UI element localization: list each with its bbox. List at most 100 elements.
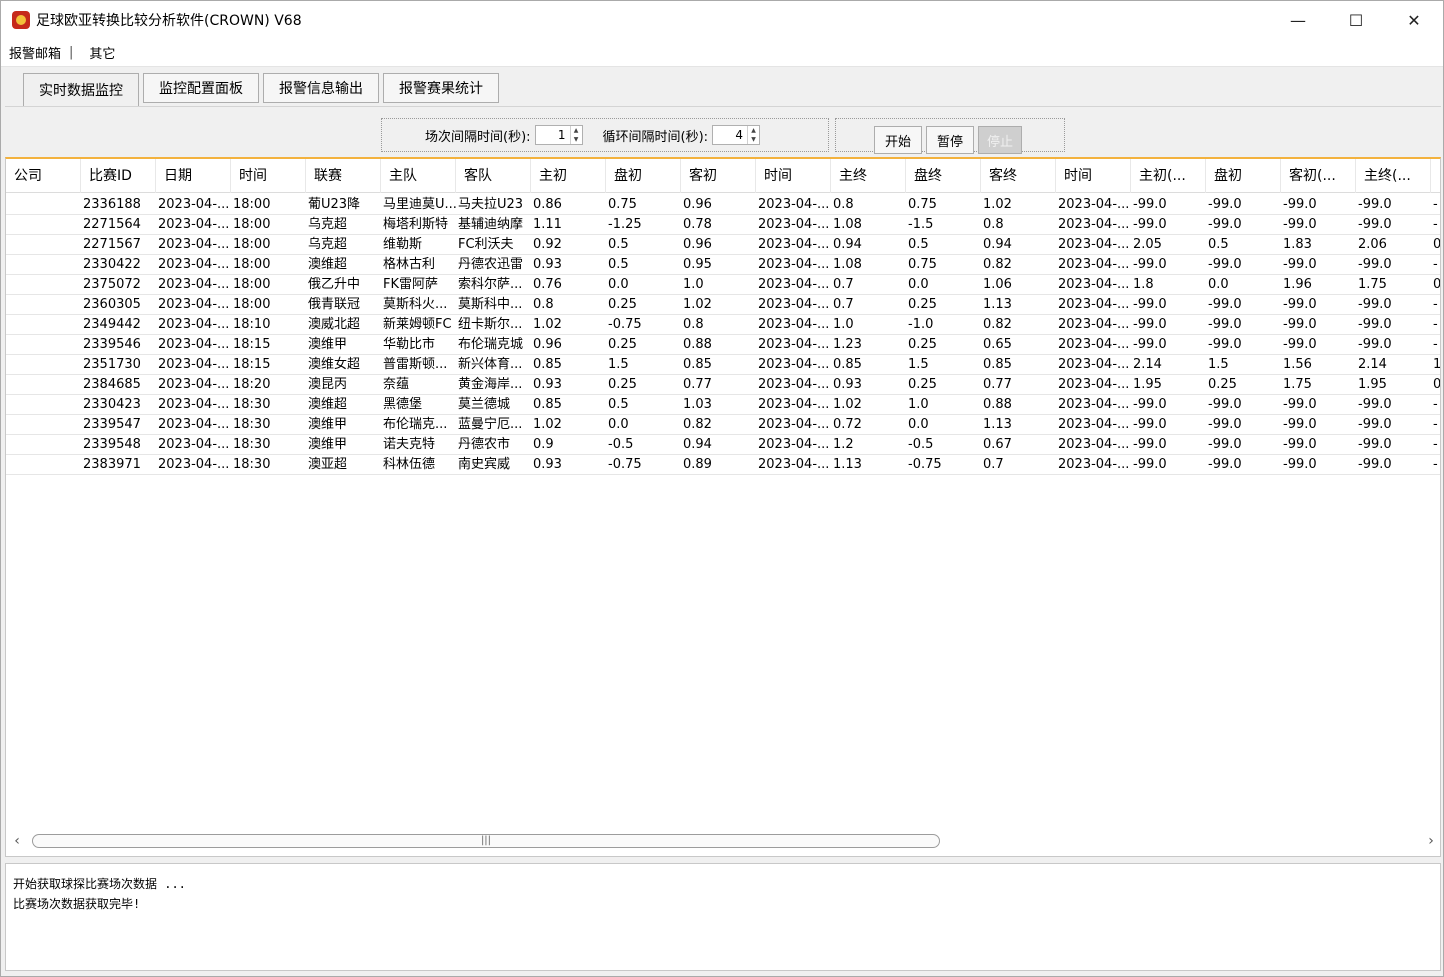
scroll-right-icon[interactable]: ›: [1420, 833, 1440, 849]
table-row[interactable]: 2349442 2023-04-... 18:10 澳威北超 新莱姆顿FC 纽卡斯尔...…: [6, 315, 1440, 335]
table-cell: 格林古利: [383, 257, 436, 272]
table-cell: 2023-04-...: [758, 317, 830, 332]
scroll-left-icon[interactable]: ‹: [6, 833, 28, 849]
match-interval-value[interactable]: 1: [536, 128, 570, 142]
table-row[interactable]: 2330422 2023-04-... 18:00 澳维超 格林古利 丹德农迅雷 0.93 0…: [6, 255, 1440, 275]
column-header[interactable]: 时间: [231, 159, 306, 193]
horizontal-scrollbar[interactable]: ‹ ||| ›: [6, 831, 1440, 851]
table-cell: 1.8: [1133, 277, 1154, 292]
table-cell: FC利沃夫: [458, 237, 514, 252]
column-header[interactable]: 公司: [6, 159, 81, 193]
spinner-arrows-icon[interactable]: ▲ ▼: [569, 126, 582, 144]
table-cell: 1.5: [1208, 357, 1229, 372]
table-cell: 2023-04-...: [1058, 357, 1130, 372]
table-cell: 1.08: [833, 217, 862, 232]
table-row[interactable]: 2339547 2023-04-... 18:30 澳维甲 布伦瑞克... 蓝曼宁厄...…: [6, 415, 1440, 435]
menu-alarm-mailbox[interactable]: 报警邮箱: [1, 43, 69, 62]
table-row[interactable]: 2330423 2023-04-... 18:30 澳维超 黑德堡 莫兰德城 0.85 0.5…: [6, 395, 1440, 415]
column-header[interactable]: 比赛ID: [81, 159, 156, 193]
table-cell: 1.02: [983, 197, 1012, 212]
column-header[interactable]: 主终: [831, 159, 906, 193]
table-cell: 0: [1433, 377, 1441, 392]
table-row[interactable]: 2384685 2023-04-... 18:20 澳昆丙 奈蕴 黄金海岸... 0.93 0…: [6, 375, 1441, 395]
table-row[interactable]: 2271564 2023-04-... 18:00 乌克超 梅塔利斯特 基辅迪纳摩 1.11…: [6, 215, 1440, 235]
maximize-button[interactable]: ☐: [1327, 1, 1385, 39]
column-header[interactable]: 时间: [1056, 159, 1131, 193]
column-header[interactable]: 主终(...: [1356, 159, 1431, 193]
tab-realtime-monitor[interactable]: 实时数据监控: [23, 73, 139, 107]
table-cell: 0.7: [833, 297, 854, 312]
column-header[interactable]: ...: [1431, 159, 1440, 193]
tab-alarm-results[interactable]: 报警赛果统计: [383, 73, 499, 103]
table-row[interactable]: 2351730 2023-04-... 18:15 澳维女超 普雷斯顿... 新兴体育..…: [6, 355, 1441, 375]
column-header[interactable]: 主初(...: [1131, 159, 1206, 193]
loop-interval-spinner[interactable]: 4 ▲ ▼: [712, 125, 761, 145]
table-cell: 2351730: [83, 357, 141, 372]
table-cell: -: [1433, 397, 1438, 412]
match-interval-spinner[interactable]: 1 ▲ ▼: [534, 125, 583, 145]
column-header[interactable]: 联赛: [306, 159, 381, 193]
table-cell: 0.25: [608, 377, 637, 392]
column-header[interactable]: 客初(...: [1281, 159, 1356, 193]
table-cell: [6, 395, 81, 415]
table-cell: 1: [1433, 357, 1441, 372]
table-row[interactable]: 2339548 2023-04-... 18:30 澳维甲 诺夫克特 丹德农市 0.9 -0.…: [6, 435, 1440, 455]
column-header[interactable]: 盘初: [1206, 159, 1281, 193]
start-button[interactable]: 开始: [874, 126, 922, 154]
table-row[interactable]: 2360305 2023-04-... 18:00 俄青联冠 莫斯科火... 莫斯科中..…: [6, 295, 1440, 315]
table-cell: 0.85: [983, 357, 1012, 372]
table-cell: -: [1433, 457, 1438, 472]
table-cell: [6, 455, 81, 475]
table-cell: 1.96: [1283, 277, 1312, 292]
minimize-button[interactable]: —: [1269, 1, 1327, 39]
table-cell: 0: [1433, 237, 1441, 252]
tab-monitor-config[interactable]: 监控配置面板: [143, 73, 259, 103]
column-header[interactable]: 主队: [381, 159, 456, 193]
column-header[interactable]: 盘初: [606, 159, 681, 193]
column-header[interactable]: 客终: [981, 159, 1056, 193]
close-button[interactable]: ✕: [1385, 1, 1443, 39]
table-row[interactable]: 2336188 2023-04-... 18:00 葡U23降 马里迪莫U... 马夫拉U…: [6, 195, 1440, 215]
table-cell: 澳维甲: [308, 417, 348, 432]
table-cell: 0.25: [608, 337, 637, 352]
table-row[interactable]: 2375072 2023-04-... 18:00 俄乙升中 FK雷阿萨 索科尔萨... 0…: [6, 275, 1440, 295]
menu-other[interactable]: 其它: [81, 43, 123, 62]
table-cell: 0.7: [983, 457, 1004, 472]
title-bar[interactable]: 足球欧亚转换比较分析软件(CROWN) V68 — ☐ ✕: [1, 1, 1443, 39]
table-cell: 0.78: [683, 217, 712, 232]
column-header[interactable]: 主初: [531, 159, 606, 193]
loop-interval-value[interactable]: 4: [713, 128, 747, 142]
table-row[interactable]: 2339546 2023-04-... 18:15 澳维甲 华勒比市 布伦瑞克城 0.96 0…: [6, 335, 1440, 355]
table-cell: 0.0: [908, 417, 929, 432]
table-cell: [6, 375, 81, 395]
scroll-track[interactable]: |||: [28, 834, 1420, 848]
table-cell: 0.85: [533, 397, 562, 412]
column-header[interactable]: 客初: [681, 159, 756, 193]
table-row[interactable]: 2271567 2023-04-... 18:00 乌克超 维勒斯 FC利沃夫 0.92 0.…: [6, 235, 1441, 255]
table-cell: 布伦瑞克城: [458, 337, 524, 352]
table-cell: 18:30: [233, 397, 271, 412]
column-header[interactable]: 客队: [456, 159, 531, 193]
scroll-thumb[interactable]: |||: [32, 834, 940, 848]
table-cell: 2023-04-...: [1058, 197, 1130, 212]
table-cell: 2339546: [83, 337, 141, 352]
log-output[interactable]: 开始获取球探比赛场次数据 ... 比赛场次数据获取完毕!: [5, 863, 1441, 971]
tab-alarm-output[interactable]: 报警信息输出: [263, 73, 379, 103]
table-cell: -99.0: [1208, 457, 1242, 472]
table-cell: 2023-04-...: [758, 217, 830, 232]
column-header[interactable]: 盘终: [906, 159, 981, 193]
column-header[interactable]: 日期: [156, 159, 231, 193]
table-cell: 1.23: [833, 337, 862, 352]
table-cell: 丹德农市: [458, 437, 511, 452]
table-cell: [6, 255, 81, 275]
table-row[interactable]: 2383971 2023-04-... 18:30 澳亚超 科林伍德 南史宾威 0.93 -0…: [6, 455, 1440, 475]
match-data-grid[interactable]: 公司 比赛ID 日期 时间 联赛 主队 客队 主初 盘初 客初 时间 主终 盘终 客终 时间 主初(... 盘初…: [5, 157, 1441, 857]
column-header[interactable]: 时间: [756, 159, 831, 193]
table-cell: 18:15: [233, 357, 271, 372]
table-cell: 澳维甲: [308, 437, 348, 452]
table-cell: 维勒斯: [383, 237, 423, 252]
table-cell: [6, 355, 81, 375]
pause-button[interactable]: 暂停: [926, 126, 974, 154]
table-cell: -99.0: [1358, 317, 1392, 332]
spinner-arrows-icon[interactable]: ▲ ▼: [747, 126, 759, 144]
